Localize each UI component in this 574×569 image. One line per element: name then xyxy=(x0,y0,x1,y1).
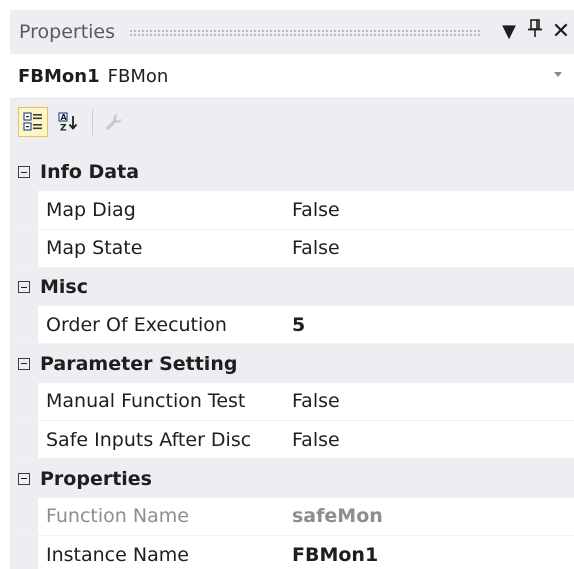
object-type: FBMon xyxy=(107,65,169,87)
collapse-icon[interactable] xyxy=(18,281,30,294)
dropdown-arrow-icon[interactable]: ▼ xyxy=(496,10,522,54)
wrench-icon xyxy=(106,113,122,130)
property-name: Instance Name xyxy=(46,543,189,566)
row-gutter xyxy=(10,497,38,535)
property-value[interactable]: False xyxy=(284,230,574,267)
property-row-map-diag[interactable]: Map Diag False xyxy=(10,191,574,230)
property-value: safeMon xyxy=(292,505,383,528)
property-row-order-of-execution[interactable]: Order Of Execution 5 xyxy=(10,306,574,345)
svg-text:Z: Z xyxy=(60,123,67,132)
pin-icon-glyph xyxy=(528,19,542,37)
collapse-icon[interactable] xyxy=(18,166,30,179)
row-gutter xyxy=(10,421,38,459)
category-info-data[interactable]: Info Data xyxy=(10,153,574,192)
property-name: Function Name xyxy=(46,505,189,528)
alphabetical-view-button[interactable]: A Z xyxy=(54,107,84,137)
row-gutter xyxy=(10,191,38,229)
property-name: Map State xyxy=(46,237,143,260)
property-value[interactable]: False xyxy=(284,191,574,228)
property-value[interactable]: FBMon1 xyxy=(284,536,574,569)
row-gutter xyxy=(10,382,38,421)
property-row-manual-function-test[interactable]: Manual Function Test False xyxy=(10,382,574,422)
pin-icon[interactable] xyxy=(522,10,548,54)
row-gutter xyxy=(10,229,38,267)
category-label: Parameter Setting xyxy=(40,352,238,375)
properties-toolbar: A Z xyxy=(10,99,574,144)
category-label: Misc xyxy=(40,276,88,299)
panel-title: Properties xyxy=(19,21,116,43)
properties-panel: Properties ▼ ✕ FBMon1 FBMon A Z Info Dat… xyxy=(10,10,574,569)
property-name: Order Of Execution xyxy=(46,313,227,336)
property-grid: Info Data Map Diag False Map State False… xyxy=(10,153,574,569)
svg-text:A: A xyxy=(61,113,68,122)
property-name: Map Diag xyxy=(46,198,136,221)
category-properties[interactable]: Properties xyxy=(10,459,574,498)
row-gutter xyxy=(10,535,38,569)
property-value[interactable]: False xyxy=(284,383,574,420)
object-name: FBMon1 xyxy=(18,65,100,87)
category-label: Info Data xyxy=(40,161,140,184)
panel-title-bar[interactable]: Properties ▼ ✕ xyxy=(10,10,574,54)
row-gutter xyxy=(10,306,38,344)
property-name: Manual Function Test xyxy=(46,390,246,413)
categorized-icon xyxy=(23,111,42,131)
property-row-function-name[interactable]: Function Name safeMon xyxy=(10,497,574,536)
collapse-icon[interactable] xyxy=(18,472,30,485)
collapse-icon[interactable] xyxy=(18,357,30,370)
category-label: Properties xyxy=(40,467,152,490)
property-value[interactable]: False xyxy=(284,421,574,458)
property-row-instance-name[interactable]: Instance Name FBMon1 xyxy=(10,535,574,569)
property-value[interactable]: 5 xyxy=(284,306,574,343)
property-row-map-state[interactable]: Map State False xyxy=(10,229,574,268)
toolbar-separator xyxy=(92,108,93,135)
drag-grip[interactable] xyxy=(129,28,482,36)
property-name: Safe Inputs After Disc xyxy=(46,428,252,451)
property-row-safe-inputs-after-disc[interactable]: Safe Inputs After Disc False xyxy=(10,421,574,460)
category-misc[interactable]: Misc xyxy=(10,267,574,307)
object-selector[interactable]: FBMon1 FBMon xyxy=(10,54,574,99)
categorized-view-button[interactable] xyxy=(18,106,48,137)
property-pages-button[interactable] xyxy=(99,107,129,137)
chevron-down-icon[interactable] xyxy=(554,72,562,77)
category-parameter-setting[interactable]: Parameter Setting xyxy=(10,344,574,383)
sort-az-icon: A Z xyxy=(58,111,78,132)
close-icon[interactable]: ✕ xyxy=(548,10,574,54)
